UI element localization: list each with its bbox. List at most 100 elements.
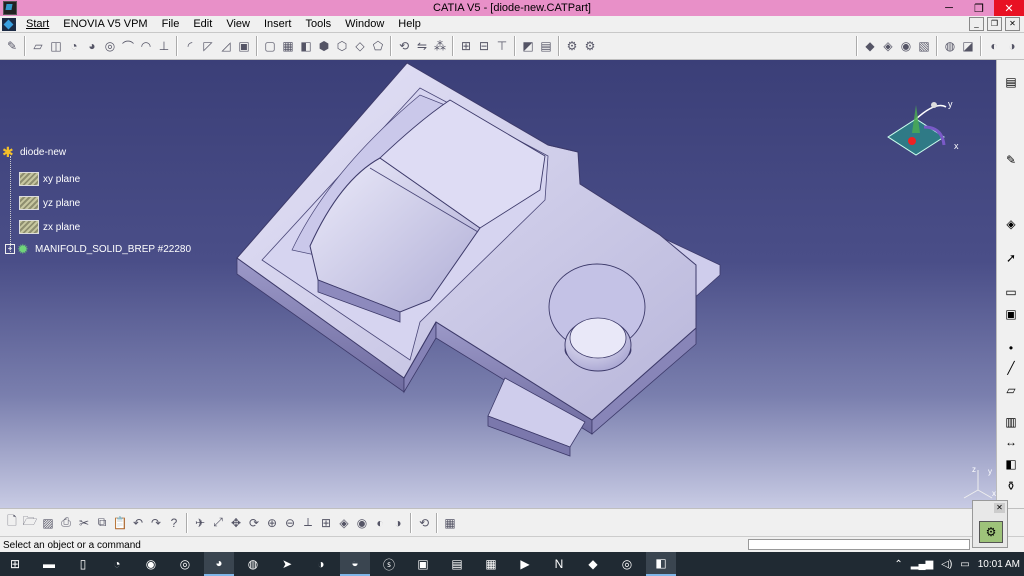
menu-help[interactable]: Help bbox=[391, 18, 428, 30]
shaft-icon[interactable]: ◔ bbox=[66, 38, 82, 54]
chrome-icon[interactable]: ◍ bbox=[238, 553, 268, 575]
grid-icon[interactable]: ⊟ bbox=[476, 38, 492, 54]
help-icon[interactable]: ? bbox=[166, 515, 182, 531]
save-icon[interactable]: ▨ bbox=[40, 515, 56, 531]
analysis-icon[interactable]: ⚙ bbox=[564, 38, 580, 54]
solid-icon[interactable]: ⬢ bbox=[316, 38, 332, 54]
hole-icon[interactable]: ◎ bbox=[102, 38, 118, 54]
mirror-icon[interactable]: ⇋ bbox=[414, 38, 430, 54]
doc-minimize-button[interactable]: _ bbox=[969, 17, 984, 31]
settings-icon[interactable]: ◎ bbox=[170, 553, 200, 575]
tree-item-zx-plane[interactable]: zx plane bbox=[19, 220, 80, 234]
expand-icon[interactable]: + bbox=[5, 244, 15, 254]
catia-taskbar-icon[interactable]: ◧ bbox=[646, 552, 676, 576]
close-button[interactable]: ✕ bbox=[994, 0, 1024, 16]
draft-icon[interactable]: ◿ bbox=[218, 38, 234, 54]
copy-icon[interactable]: ⧉ bbox=[94, 515, 110, 531]
surface-icon[interactable]: ⬠ bbox=[370, 38, 386, 54]
onenote-icon[interactable]: N bbox=[544, 553, 574, 575]
menu-edit[interactable]: Edit bbox=[186, 18, 219, 30]
catia-logo-icon[interactable] bbox=[2, 17, 16, 31]
maximize-button[interactable]: ❐ bbox=[964, 0, 994, 16]
doc-close-button[interactable]: ✕ bbox=[1005, 17, 1020, 31]
workbench-icon[interactable]: ◆ bbox=[862, 38, 878, 54]
zoom-in-icon[interactable]: ⊕ bbox=[264, 515, 280, 531]
media-icon[interactable]: ▶ bbox=[510, 553, 540, 575]
axis-icon[interactable]: ⊤ bbox=[494, 38, 510, 54]
catalog-icon[interactable]: ◑ bbox=[1004, 38, 1020, 54]
rotate-icon[interactable]: ⟳ bbox=[246, 515, 262, 531]
tray-arrow-icon[interactable]: ⌃ bbox=[894, 559, 902, 570]
menu-insert[interactable]: Insert bbox=[257, 18, 299, 30]
store-icon[interactable]: ▣ bbox=[408, 553, 438, 575]
windows-start-icon[interactable]: ⊞ bbox=[0, 553, 30, 575]
menu-start[interactable]: Start bbox=[19, 18, 56, 30]
pointer-icon[interactable]: ➚ bbox=[1003, 250, 1019, 266]
menu-window[interactable]: Window bbox=[338, 18, 391, 30]
groove-icon[interactable]: ◕ bbox=[84, 38, 100, 54]
cube-icon[interactable]: ◧ bbox=[298, 38, 314, 54]
fly-icon[interactable]: ✈ bbox=[192, 515, 208, 531]
globe-icon[interactable]: ◍ bbox=[942, 38, 958, 54]
cut-icon[interactable]: ✂ bbox=[76, 515, 92, 531]
clock[interactable]: 10:01 AM bbox=[978, 559, 1020, 570]
volume-icon[interactable]: ◁) bbox=[941, 559, 952, 570]
menu-enovia[interactable]: ENOVIA V5 VPM bbox=[56, 18, 154, 30]
pattern-icon[interactable]: ⁂ bbox=[432, 38, 448, 54]
chat-icon[interactable]: ◔ bbox=[102, 553, 132, 575]
viber-icon[interactable]: ◑ bbox=[306, 553, 336, 575]
swap-visible-icon[interactable]: ◑ bbox=[390, 515, 406, 531]
firefox-icon[interactable]: ◉ bbox=[136, 553, 166, 575]
tree-root[interactable]: ✱ diode-new bbox=[2, 145, 66, 159]
parallelogram-icon[interactable]: ▱ bbox=[1003, 382, 1019, 398]
skype-icon[interactable]: ⓢ bbox=[374, 553, 404, 575]
line-icon[interactable]: ╱ bbox=[1003, 360, 1019, 376]
measure-icon[interactable]: ⊞ bbox=[458, 38, 474, 54]
point-icon[interactable]: • bbox=[1003, 340, 1019, 356]
fit-all-icon[interactable]: ⤢ bbox=[210, 515, 226, 531]
browser-icon[interactable]: ◎ bbox=[612, 553, 642, 575]
hide-show-icon[interactable]: ◐ bbox=[372, 515, 388, 531]
part-model[interactable] bbox=[0, 60, 996, 508]
iso-view-icon[interactable]: ◈ bbox=[336, 515, 352, 531]
menu-file[interactable]: File bbox=[155, 18, 187, 30]
workbench-icon[interactable]: ⚙ bbox=[979, 521, 1003, 543]
menu-tools[interactable]: Tools bbox=[298, 18, 338, 30]
part-icon[interactable]: ◉ bbox=[898, 38, 914, 54]
wechat-icon[interactable]: ◒ bbox=[340, 552, 370, 576]
stiffener-icon[interactable]: ⊥ bbox=[156, 38, 172, 54]
doc-restore-button[interactable]: ❐ bbox=[987, 17, 1002, 31]
redo-icon[interactable]: ↷ bbox=[148, 515, 164, 531]
sketcher-icon[interactable]: ✎ bbox=[4, 38, 20, 54]
fillet-icon[interactable]: ◜ bbox=[182, 38, 198, 54]
body-icon[interactable]: ⬡ bbox=[334, 38, 350, 54]
knowledge-icon[interactable]: ◐ bbox=[986, 38, 1002, 54]
command-input[interactable] bbox=[748, 539, 970, 550]
chamfer-icon[interactable]: ◸ bbox=[200, 38, 216, 54]
rib-icon[interactable]: ⌒ bbox=[120, 38, 136, 54]
face-icon[interactable]: ◇ bbox=[352, 38, 368, 54]
terminal-icon[interactable]: ▦ bbox=[476, 553, 506, 575]
minimize-button[interactable]: ─ bbox=[934, 0, 964, 16]
open-folder-icon[interactable]: 🗁 bbox=[22, 514, 38, 531]
paste-icon[interactable]: 📋 bbox=[112, 515, 128, 531]
product-icon[interactable]: ◈ bbox=[880, 38, 896, 54]
shading-icon[interactable]: ◉ bbox=[354, 515, 370, 531]
sketch-icon[interactable]: ▤ bbox=[1003, 74, 1019, 90]
select-icon[interactable]: ▣ bbox=[1003, 306, 1019, 322]
tree-item-brep[interactable]: + ✹ MANIFOLD_SOLID_BREP #22280 bbox=[5, 242, 191, 256]
drafting-icon[interactable]: ▧ bbox=[916, 38, 932, 54]
word-icon[interactable]: ▤ bbox=[442, 553, 472, 575]
network-icon[interactable]: ▂▄▆ bbox=[911, 559, 933, 570]
normal-view-icon[interactable]: ⟂ bbox=[300, 515, 316, 531]
menu-view[interactable]: View bbox=[219, 18, 257, 30]
box-icon[interactable]: ▦ bbox=[280, 38, 296, 54]
battery-icon[interactable]: ▭ bbox=[960, 559, 969, 570]
shell-icon[interactable]: ▣ bbox=[236, 38, 252, 54]
undo-icon[interactable]: ↶ bbox=[130, 515, 146, 531]
layer-icon[interactable]: ▥ bbox=[1003, 414, 1019, 430]
distance-icon[interactable]: ↔ bbox=[1003, 434, 1019, 450]
boolean-icon[interactable]: ▢ bbox=[262, 38, 278, 54]
close-icon[interactable]: ✕ bbox=[994, 503, 1005, 513]
save-management-icon[interactable]: ▤ bbox=[538, 38, 554, 54]
